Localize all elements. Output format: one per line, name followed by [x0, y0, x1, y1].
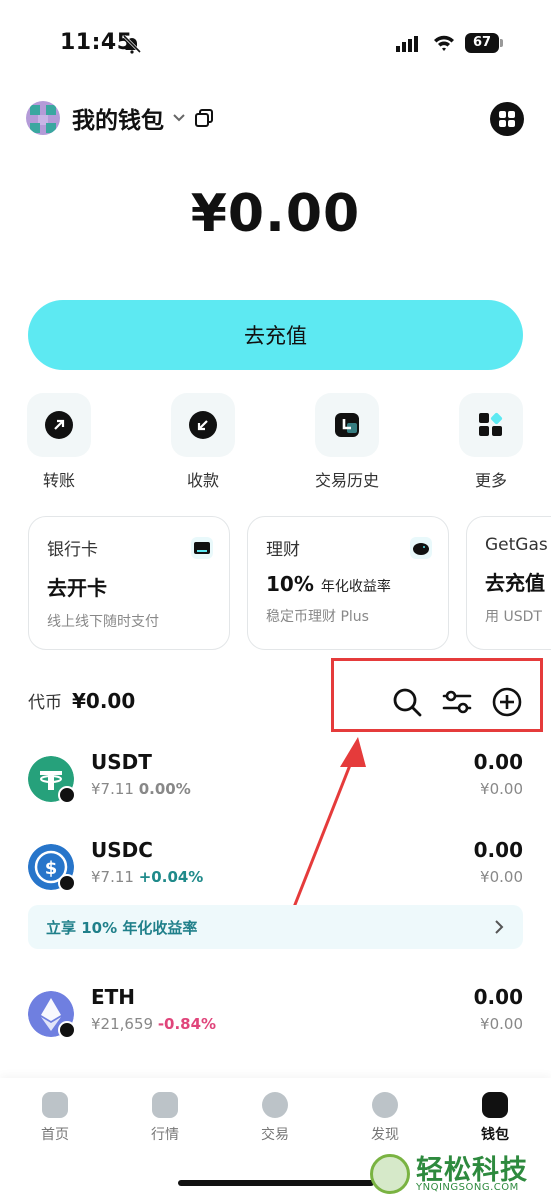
token-row-usdc[interactable]: $ USDC ¥7.11 +0.04% 0.00 ¥0.00 [28, 838, 523, 898]
card-title: GetGas [485, 535, 548, 555]
piggy-bank-icon [410, 537, 432, 559]
status-bar: 11:45 67 [0, 0, 551, 90]
nav-label: 钱包 [481, 1127, 509, 1143]
cellular-signal-icon [396, 36, 418, 52]
nav-discover[interactable]: 发现 [350, 1092, 420, 1144]
svg-text:$: $ [45, 858, 58, 879]
card-headline-suffix: 年化收益率 [320, 579, 391, 595]
token-amount: 0.00 [473, 838, 523, 862]
watermark-url: YNQINGSONG.COM [416, 1182, 519, 1193]
battery-level: 67 [465, 33, 499, 53]
card-subtitle: 用 USDT [485, 609, 542, 625]
nav-label: 行情 [151, 1127, 179, 1143]
token-price: ¥21,659 -0.84% [91, 1015, 217, 1033]
receive-icon [189, 411, 221, 439]
bell-muted-icon [122, 34, 142, 54]
token-change: +0.04% [138, 868, 204, 886]
topup-button[interactable]: 去充值 [28, 300, 523, 370]
token-row-eth[interactable]: ETH ¥21,659 -0.84% 0.00 ¥0.00 [28, 985, 523, 1045]
nav-market[interactable]: 行情 [130, 1092, 200, 1144]
token-price: ¥7.11 0.00% [91, 780, 191, 798]
action-label: 收款 [186, 471, 219, 490]
watermark-logo-icon [370, 1154, 410, 1194]
nav-trade[interactable]: 交易 [240, 1092, 310, 1144]
nav-label: 首页 [41, 1127, 69, 1143]
token-price: ¥7.11 +0.04% [91, 868, 204, 886]
token-symbol: USDT [91, 750, 152, 774]
battery-indicator: 67 [465, 33, 503, 53]
card-subtitle: 线上线下随时支付 [47, 614, 159, 630]
grid-icon [499, 111, 515, 127]
home-icon [42, 1092, 68, 1118]
action-label: 交易历史 [314, 471, 379, 490]
token-change: -0.84% [157, 1015, 217, 1033]
history-icon [335, 413, 359, 437]
action-label: 更多 [474, 471, 507, 490]
market-trend-icon [152, 1092, 178, 1118]
swap-icon [262, 1092, 288, 1118]
card-headline: 去充值 [485, 571, 545, 595]
compass-icon [372, 1092, 398, 1118]
action-transfer[interactable]: 转账 [14, 393, 104, 491]
wifi-icon [434, 35, 454, 51]
chain-badge-icon [58, 874, 76, 892]
nav-wallet[interactable]: 钱包 [460, 1092, 530, 1144]
wallet-selector[interactable]: 我的钱包 [26, 100, 214, 136]
action-label: 转账 [42, 471, 75, 490]
token-row-usdt[interactable]: USDT ¥7.11 0.00% 0.00 ¥0.00 [28, 750, 523, 810]
token-amount: 0.00 [473, 750, 523, 774]
nav-home[interactable]: 首页 [20, 1092, 90, 1144]
annotation-highlight-box [331, 658, 543, 732]
promo-text: 立享 10% 年化收益率 [46, 918, 198, 937]
apps-grid-button[interactable] [490, 102, 524, 136]
wallet-avatar [26, 101, 60, 135]
nav-label: 交易 [261, 1127, 289, 1143]
home-indicator[interactable] [178, 1180, 374, 1186]
tokens-total: ¥0.00 [72, 689, 136, 713]
token-fiat: ¥0.00 [480, 868, 523, 886]
action-receive[interactable]: 收款 [158, 393, 248, 491]
watermark: 轻松科技 YNQINGSONG.COM [368, 1148, 551, 1200]
action-more[interactable]: 更多 [446, 393, 536, 491]
token-fiat: ¥0.00 [480, 780, 523, 798]
card-headline: 10% [266, 572, 314, 596]
chain-badge-icon [58, 1021, 76, 1039]
total-balance: ¥0.00 [190, 184, 361, 244]
copy-icon[interactable] [194, 108, 214, 128]
chain-badge-icon [58, 786, 76, 804]
token-amount: 0.00 [473, 985, 523, 1009]
card-bank[interactable]: 银行卡 去开卡 线上线下随时支付 [28, 516, 230, 650]
wallet-icon [482, 1092, 508, 1118]
card-getgas[interactable]: GetGas 去充值 用 USDT [466, 516, 551, 650]
nav-label: 发现 [371, 1127, 399, 1143]
token-fiat: ¥0.00 [480, 1015, 523, 1033]
tokens-label: 代币 [28, 693, 62, 713]
action-history[interactable]: 交易历史 [302, 393, 392, 491]
token-symbol: USDC [91, 838, 153, 862]
chevron-right-icon [495, 920, 504, 934]
chevron-down-icon[interactable] [172, 111, 186, 125]
card-finance[interactable]: 理财 10% 年化收益率 稳定币理财 Plus [247, 516, 449, 650]
token-change: 0.00% [138, 780, 191, 798]
card-subtitle: 稳定币理财 Plus [266, 609, 369, 625]
quick-actions: 转账 收款 交易历史 更多 [0, 393, 551, 493]
yield-promo-banner[interactable]: 立享 10% 年化收益率 [28, 905, 523, 949]
wallet-name: 我的钱包 [72, 108, 164, 134]
token-symbol: ETH [91, 985, 136, 1009]
service-cards: 银行卡 去开卡 线上线下随时支付 理财 10% 年化收益率 稳定币理财 Plus… [28, 516, 551, 652]
card-title: 银行卡 [47, 540, 98, 560]
card-title: 理财 [266, 540, 300, 560]
card-icon [191, 537, 213, 559]
card-headline: 去开卡 [47, 576, 107, 600]
more-apps-icon [479, 412, 503, 436]
send-icon [45, 411, 77, 439]
tokens-header: 代币 ¥0.00 [28, 688, 135, 713]
